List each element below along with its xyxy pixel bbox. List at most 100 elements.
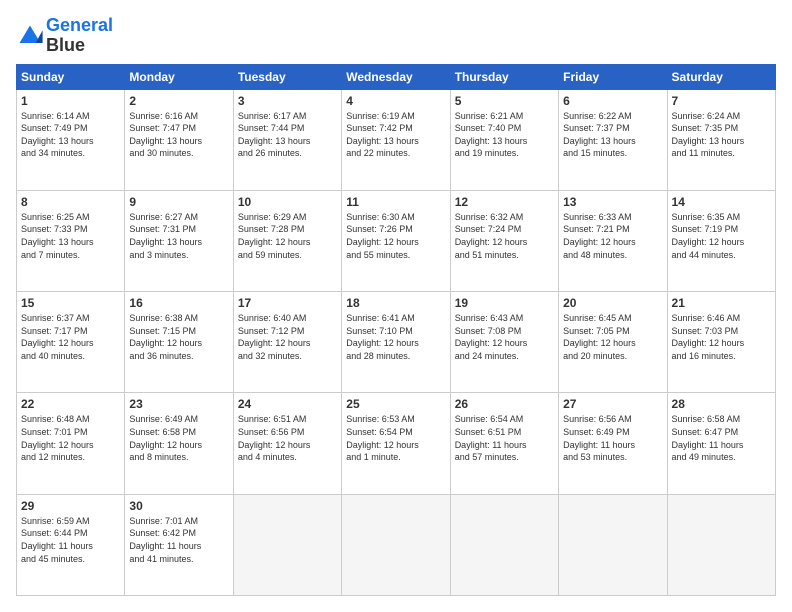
calendar-cell: 7 Sunrise: 6:24 AMSunset: 7:35 PMDaylight… [667, 89, 775, 190]
calendar-cell: 15 Sunrise: 6:37 AMSunset: 7:17 PMDayligh… [17, 292, 125, 393]
logo-text: General Blue [46, 16, 113, 56]
calendar-table: SundayMondayTuesdayWednesdayThursdayFrid… [16, 64, 776, 596]
weekday-header-wednesday: Wednesday [342, 64, 450, 89]
day-number: 15 [21, 296, 120, 310]
weekday-header-thursday: Thursday [450, 64, 558, 89]
calendar-week-2: 15 Sunrise: 6:37 AMSunset: 7:17 PMDayligh… [17, 292, 776, 393]
calendar-cell [667, 494, 775, 595]
day-number: 16 [129, 296, 228, 310]
day-number: 29 [21, 499, 120, 513]
calendar-cell: 9 Sunrise: 6:27 AMSunset: 7:31 PMDaylight… [125, 190, 233, 291]
day-info: Sunrise: 6:33 AMSunset: 7:21 PMDaylight:… [563, 211, 662, 261]
calendar-cell: 30Sunrise: 7:01 AMSunset: 6:42 PMDayligh… [125, 494, 233, 595]
calendar-cell: 16 Sunrise: 6:38 AMSunset: 7:15 PMDayligh… [125, 292, 233, 393]
day-number: 11 [346, 195, 445, 209]
day-info: Sunrise: 6:51 AMSunset: 6:56 PMDaylight:… [238, 413, 337, 463]
day-number: 17 [238, 296, 337, 310]
day-info: Sunrise: 6:38 AMSunset: 7:15 PMDaylight:… [129, 312, 228, 362]
day-info: Sunrise: 6:58 AMSunset: 6:47 PMDaylight:… [672, 413, 771, 463]
day-number: 14 [672, 195, 771, 209]
day-number: 9 [129, 195, 228, 209]
header: General Blue [16, 16, 776, 56]
day-info: Sunrise: 6:46 AMSunset: 7:03 PMDaylight:… [672, 312, 771, 362]
weekday-header-row: SundayMondayTuesdayWednesdayThursdayFrid… [17, 64, 776, 89]
calendar-cell: 4 Sunrise: 6:19 AMSunset: 7:42 PMDaylight… [342, 89, 450, 190]
calendar-week-1: 8Sunrise: 6:25 AMSunset: 7:33 PMDaylight… [17, 190, 776, 291]
day-info: Sunrise: 6:29 AMSunset: 7:28 PMDaylight:… [238, 211, 337, 261]
calendar-cell: 1 Sunrise: 6:14 AMSunset: 7:49 PMDaylight… [17, 89, 125, 190]
calendar-cell: 18 Sunrise: 6:41 AMSunset: 7:10 PMDayligh… [342, 292, 450, 393]
day-info: Sunrise: 6:49 AMSunset: 6:58 PMDaylight:… [129, 413, 228, 463]
calendar-cell: 24 Sunrise: 6:51 AMSunset: 6:56 PMDayligh… [233, 393, 341, 494]
calendar-cell: 28 Sunrise: 6:58 AMSunset: 6:47 PMDayligh… [667, 393, 775, 494]
day-info: Sunrise: 6:54 AMSunset: 6:51 PMDaylight:… [455, 413, 554, 463]
calendar-cell [342, 494, 450, 595]
calendar-cell: 8Sunrise: 6:25 AMSunset: 7:33 PMDaylight… [17, 190, 125, 291]
calendar-cell: 6 Sunrise: 6:22 AMSunset: 7:37 PMDaylight… [559, 89, 667, 190]
day-number: 19 [455, 296, 554, 310]
day-number: 26 [455, 397, 554, 411]
calendar-cell: 23 Sunrise: 6:49 AMSunset: 6:58 PMDayligh… [125, 393, 233, 494]
day-number: 1 [21, 94, 120, 108]
day-number: 27 [563, 397, 662, 411]
day-info: Sunrise: 6:16 AMSunset: 7:47 PMDaylight:… [129, 110, 228, 160]
calendar-cell: 3 Sunrise: 6:17 AMSunset: 7:44 PMDaylight… [233, 89, 341, 190]
day-number: 25 [346, 397, 445, 411]
logo-icon [16, 22, 44, 50]
calendar-cell: 19 Sunrise: 6:43 AMSunset: 7:08 PMDayligh… [450, 292, 558, 393]
calendar-cell: 2 Sunrise: 6:16 AMSunset: 7:47 PMDaylight… [125, 89, 233, 190]
calendar-cell: 27 Sunrise: 6:56 AMSunset: 6:49 PMDayligh… [559, 393, 667, 494]
day-info: Sunrise: 6:53 AMSunset: 6:54 PMDaylight:… [346, 413, 445, 463]
calendar-cell: 21 Sunrise: 6:46 AMSunset: 7:03 PMDayligh… [667, 292, 775, 393]
calendar-week-4: 29 Sunrise: 6:59 AMSunset: 6:44 PMDayligh… [17, 494, 776, 595]
calendar-cell [233, 494, 341, 595]
calendar-week-3: 22 Sunrise: 6:48 AMSunset: 7:01 PMDayligh… [17, 393, 776, 494]
day-number: 28 [672, 397, 771, 411]
calendar-cell [559, 494, 667, 595]
day-number: 4 [346, 94, 445, 108]
day-number: 3 [238, 94, 337, 108]
day-number: 24 [238, 397, 337, 411]
day-number: 7 [672, 94, 771, 108]
day-number: 13 [563, 195, 662, 209]
page: General Blue SundayMondayTuesdayWednesda… [0, 0, 792, 612]
day-info: Sunrise: 6:45 AMSunset: 7:05 PMDaylight:… [563, 312, 662, 362]
day-number: 20 [563, 296, 662, 310]
weekday-header-tuesday: Tuesday [233, 64, 341, 89]
day-number: 2 [129, 94, 228, 108]
day-info: Sunrise: 6:48 AMSunset: 7:01 PMDaylight:… [21, 413, 120, 463]
calendar-cell: 17Sunrise: 6:40 AMSunset: 7:12 PMDayligh… [233, 292, 341, 393]
day-info: Sunrise: 6:14 AMSunset: 7:49 PMDaylight:… [21, 110, 120, 160]
calendar-week-0: 1 Sunrise: 6:14 AMSunset: 7:49 PMDaylight… [17, 89, 776, 190]
day-number: 22 [21, 397, 120, 411]
day-info: Sunrise: 6:56 AMSunset: 6:49 PMDaylight:… [563, 413, 662, 463]
day-number: 23 [129, 397, 228, 411]
calendar-cell: 5Sunrise: 6:21 AMSunset: 7:40 PMDaylight… [450, 89, 558, 190]
day-info: Sunrise: 6:24 AMSunset: 7:35 PMDaylight:… [672, 110, 771, 160]
day-info: Sunrise: 6:37 AMSunset: 7:17 PMDaylight:… [21, 312, 120, 362]
weekday-header-friday: Friday [559, 64, 667, 89]
day-number: 18 [346, 296, 445, 310]
day-number: 21 [672, 296, 771, 310]
day-info: Sunrise: 6:19 AMSunset: 7:42 PMDaylight:… [346, 110, 445, 160]
calendar-cell: 10 Sunrise: 6:29 AMSunset: 7:28 PMDayligh… [233, 190, 341, 291]
calendar-cell: 22 Sunrise: 6:48 AMSunset: 7:01 PMDayligh… [17, 393, 125, 494]
day-info: Sunrise: 6:32 AMSunset: 7:24 PMDaylight:… [455, 211, 554, 261]
calendar-cell: 11 Sunrise: 6:30 AMSunset: 7:26 PMDayligh… [342, 190, 450, 291]
day-info: Sunrise: 6:17 AMSunset: 7:44 PMDaylight:… [238, 110, 337, 160]
calendar-cell: 13 Sunrise: 6:33 AMSunset: 7:21 PMDayligh… [559, 190, 667, 291]
day-number: 12 [455, 195, 554, 209]
logo: General Blue [16, 16, 113, 56]
day-info: Sunrise: 6:41 AMSunset: 7:10 PMDaylight:… [346, 312, 445, 362]
day-info: Sunrise: 6:59 AMSunset: 6:44 PMDaylight:… [21, 515, 120, 565]
day-number: 10 [238, 195, 337, 209]
weekday-header-monday: Monday [125, 64, 233, 89]
day-info: Sunrise: 6:27 AMSunset: 7:31 PMDaylight:… [129, 211, 228, 261]
day-info: Sunrise: 7:01 AMSunset: 6:42 PMDaylight:… [129, 515, 228, 565]
day-info: Sunrise: 6:30 AMSunset: 7:26 PMDaylight:… [346, 211, 445, 261]
day-number: 8 [21, 195, 120, 209]
day-number: 6 [563, 94, 662, 108]
day-info: Sunrise: 6:21 AMSunset: 7:40 PMDaylight:… [455, 110, 554, 160]
day-info: Sunrise: 6:22 AMSunset: 7:37 PMDaylight:… [563, 110, 662, 160]
day-info: Sunrise: 6:43 AMSunset: 7:08 PMDaylight:… [455, 312, 554, 362]
